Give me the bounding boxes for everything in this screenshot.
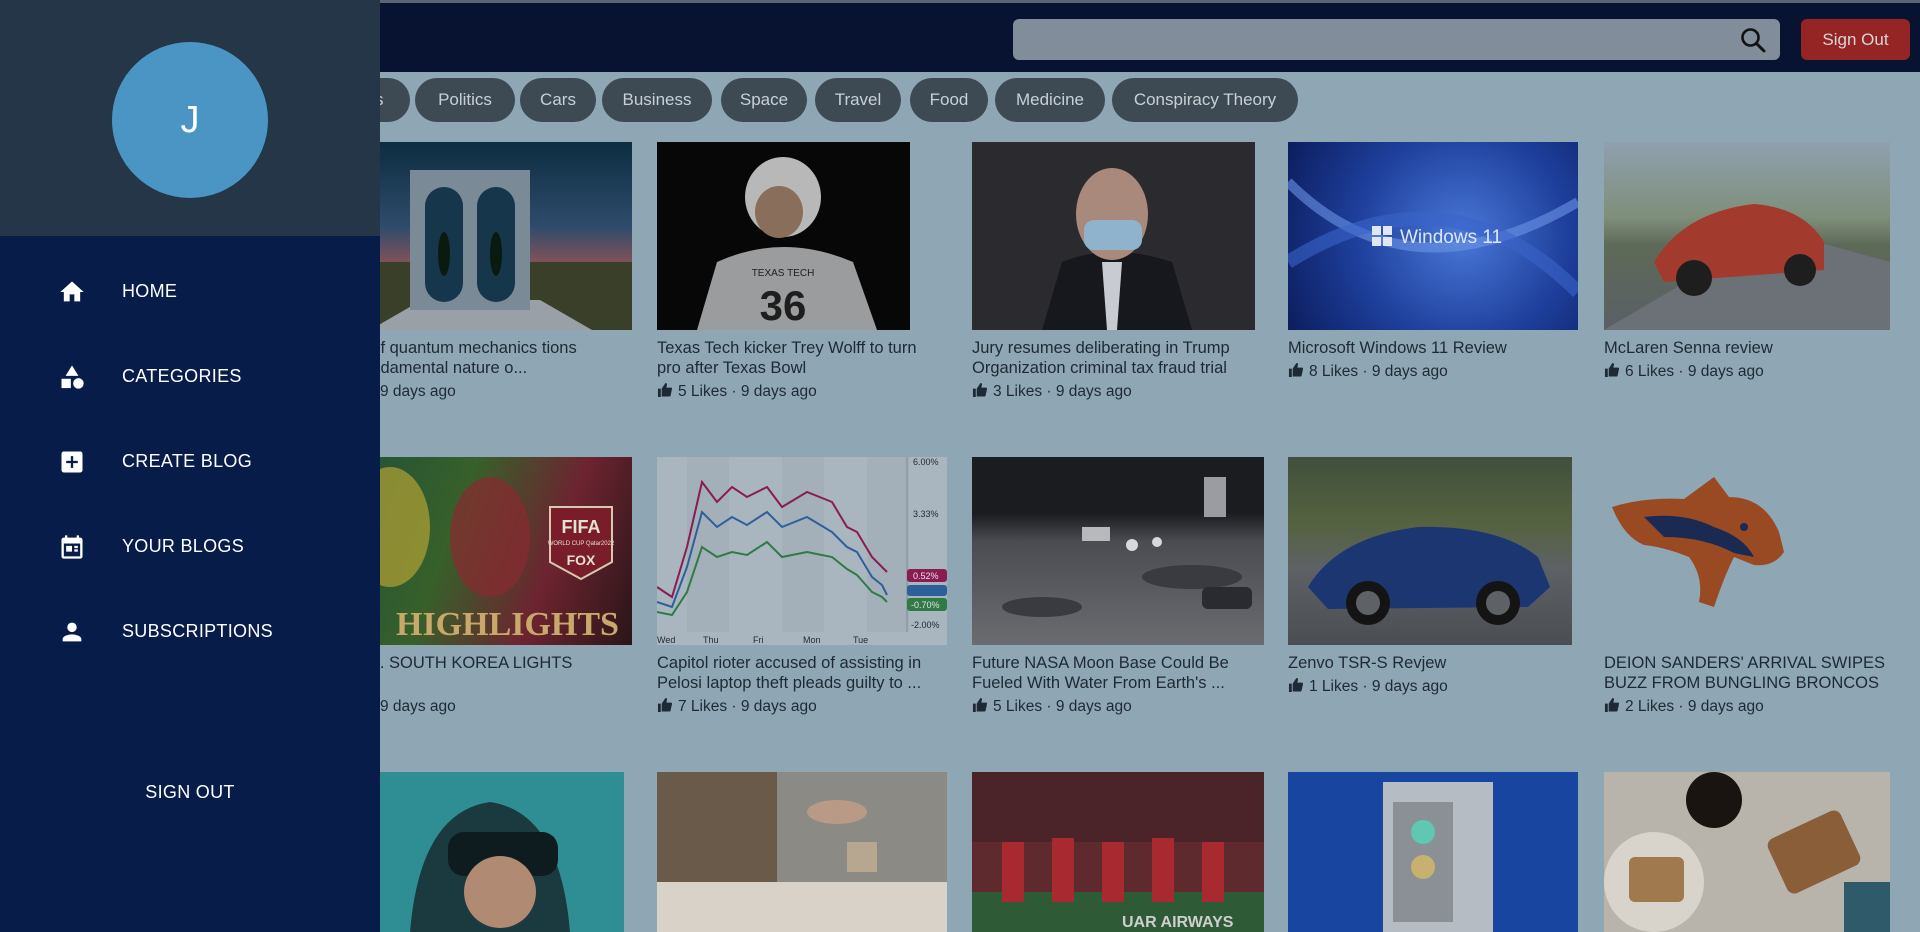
blog-thumbnail[interactable]: TEXAS TECH 36 [657,142,910,330]
mclaren-car-image [1604,204,1890,330]
svg-text:Fri: Fri [753,635,764,645]
home-icon [60,281,84,302]
thumb-up-icon [972,698,987,712]
drawer-sign-out-button[interactable]: SIGN OUT [0,782,380,803]
blog-thumbnail[interactable] [1288,457,1572,645]
svg-text:Windows 11: Windows 11 [1400,227,1502,248]
nav-label: SUBSCRIPTIONS [122,621,273,641]
blog-meta: 8 Likes · 9 days ago [1288,363,1448,381]
broncos-logo-image [1612,477,1784,607]
blog-title[interactable]: Jury resumes deliberating in Trump Organ… [972,338,1257,378]
category-chip-food[interactable]: Food [910,78,988,122]
thumb-up-icon [1288,363,1303,377]
business-meeting-image [657,772,947,932]
svg-text:Wed: Wed [657,635,675,645]
svg-text:0.52%: 0.52% [913,571,939,581]
pc-case-image [1383,782,1493,932]
thumb-up-icon [1604,698,1619,712]
sign-out-button[interactable]: Sign Out [1801,19,1910,60]
thumb-up-icon [657,698,672,712]
blog-thumbnail[interactable] [1288,772,1578,932]
svg-text:HIGHLIGHTS: HIGHLIGHTS [396,606,619,643]
blog-thumbnail[interactable] [972,142,1255,330]
avatar[interactable]: J [112,42,268,198]
category-chip-business[interactable]: Business [602,78,712,122]
category-chip-cars[interactable]: Cars [520,78,596,122]
zenvo-car-image [1308,526,1550,625]
person-icon [62,622,82,642]
nav-label: HOME [122,281,178,301]
blog-title[interactable]: Texas Tech kicker Trey Wolff to turn pro… [657,338,942,378]
nav-item-create-blog[interactable]: CREATE BLOG [0,430,380,490]
blog-thumbnail[interactable] [1604,772,1890,932]
thumb-up-icon [972,383,987,397]
moon-base-image [1002,477,1252,617]
svg-text:Thu: Thu [703,635,719,645]
blog-title[interactable]: Zenvo TSR-S Revjew [1288,653,1573,673]
blog-title[interactable]: Future NASA Moon Base Could Be Fueled Wi… [972,653,1257,693]
nav-item-home[interactable]: HOME [0,260,380,320]
blog-meta: 1 Likes · 9 days ago [1288,678,1448,696]
search-bar[interactable] [1013,19,1780,60]
nav-item-subscriptions[interactable]: SUBSCRIPTIONS [0,600,380,660]
category-chip-travel[interactable]: Travel [815,78,901,122]
svg-text:FOX: FOX [567,552,596,568]
blog-meta: 2 Likes · 9 days ago [1604,698,1764,716]
blog-thumbnail[interactable] [1604,142,1890,330]
nav-label: CREATE BLOG [122,451,252,471]
svg-text:TEXAS TECH: TEXAS TECH [752,268,815,279]
blog-thumbnail[interactable] [1604,457,1890,645]
blog-thumbnail[interactable] [972,457,1264,645]
drawer-header: J [0,0,380,236]
category-chip-politics[interactable]: Politics [415,78,515,122]
nav-label: YOUR BLOGS [122,536,245,556]
blog-thumbnail[interactable]: UAR AIRWAYS [972,772,1264,932]
shapes-icon [61,365,84,389]
nav-label: CATEGORIES [122,366,242,386]
svg-text:UAR AIRWAYS: UAR AIRWAYS [1122,914,1234,931]
jury-trial-image [972,142,1255,330]
thumb-up-icon [657,383,672,397]
nav-item-categories[interactable]: CATEGORIES [0,345,380,405]
svg-text:Tue: Tue [853,635,868,645]
add-box-icon [61,451,83,473]
blog-thumbnail[interactable] [657,772,947,932]
bread-coffee-image [1604,772,1890,932]
category-chip-conspiracy-theory[interactable]: Conspiracy Theory [1112,78,1298,122]
blog-title[interactable]: DEION SANDERS' ARRIVAL SWIPES BUZZ FROM … [1604,653,1889,693]
navigation-drawer: J HOME CATEGORIES CREATE BLOG YOUR BLOGS… [0,0,380,932]
svg-text:6.00%: 6.00% [913,457,939,467]
blog-title[interactable]: Capitol rioter accused of assisting in P… [657,653,942,693]
search-input[interactable] [1013,19,1713,60]
category-chip-medicine[interactable]: Medicine [995,78,1105,122]
stock-chart-image: 6.00% 3.33% -2.00% 0.52% -0.70% Wed Thu … [657,457,947,645]
windows-11-image: Windows 11 [1288,178,1578,297]
search-icon[interactable] [1740,27,1766,53]
thumb-up-icon [1604,363,1619,377]
football-player-image: TEXAS TECH 36 [697,157,877,330]
svg-text:WORLD CUP Qatar2022: WORLD CUP Qatar2022 [548,541,615,547]
svg-text:-2.00%: -2.00% [911,620,940,630]
svg-text:36: 36 [760,282,807,329]
thumb-up-icon [1288,678,1303,692]
svg-text:-0.70%: -0.70% [911,600,940,610]
blog-title[interactable]: McLaren Senna review [1604,338,1889,358]
blog-title[interactable]: Microsoft Windows 11 Review [1288,338,1573,358]
svg-text:Mon: Mon [803,635,821,645]
svg-text:3.33%: 3.33% [913,509,939,519]
blog-thumbnail[interactable]: 6.00% 3.33% -2.00% 0.52% -0.70% Wed Thu … [657,457,947,645]
category-chip-space[interactable]: Space [721,78,807,122]
svg-text:FIFA: FIFA [562,517,601,537]
blog-meta: 7 Likes · 9 days ago [657,698,817,716]
blog-thumbnail[interactable]: Windows 11 [1288,142,1578,330]
blog-meta: 5 Likes · 9 days ago [972,698,1132,716]
blog-meta: 6 Likes · 9 days ago [1604,363,1764,381]
blog-meta: 3 Likes · 9 days ago [972,383,1132,401]
blog-meta: 5 Likes · 9 days ago [657,383,817,401]
soccer-team-image: UAR AIRWAYS [972,772,1264,932]
calendar-view-icon [61,535,83,559]
nav-item-your-blogs[interactable]: YOUR BLOGS [0,515,380,575]
